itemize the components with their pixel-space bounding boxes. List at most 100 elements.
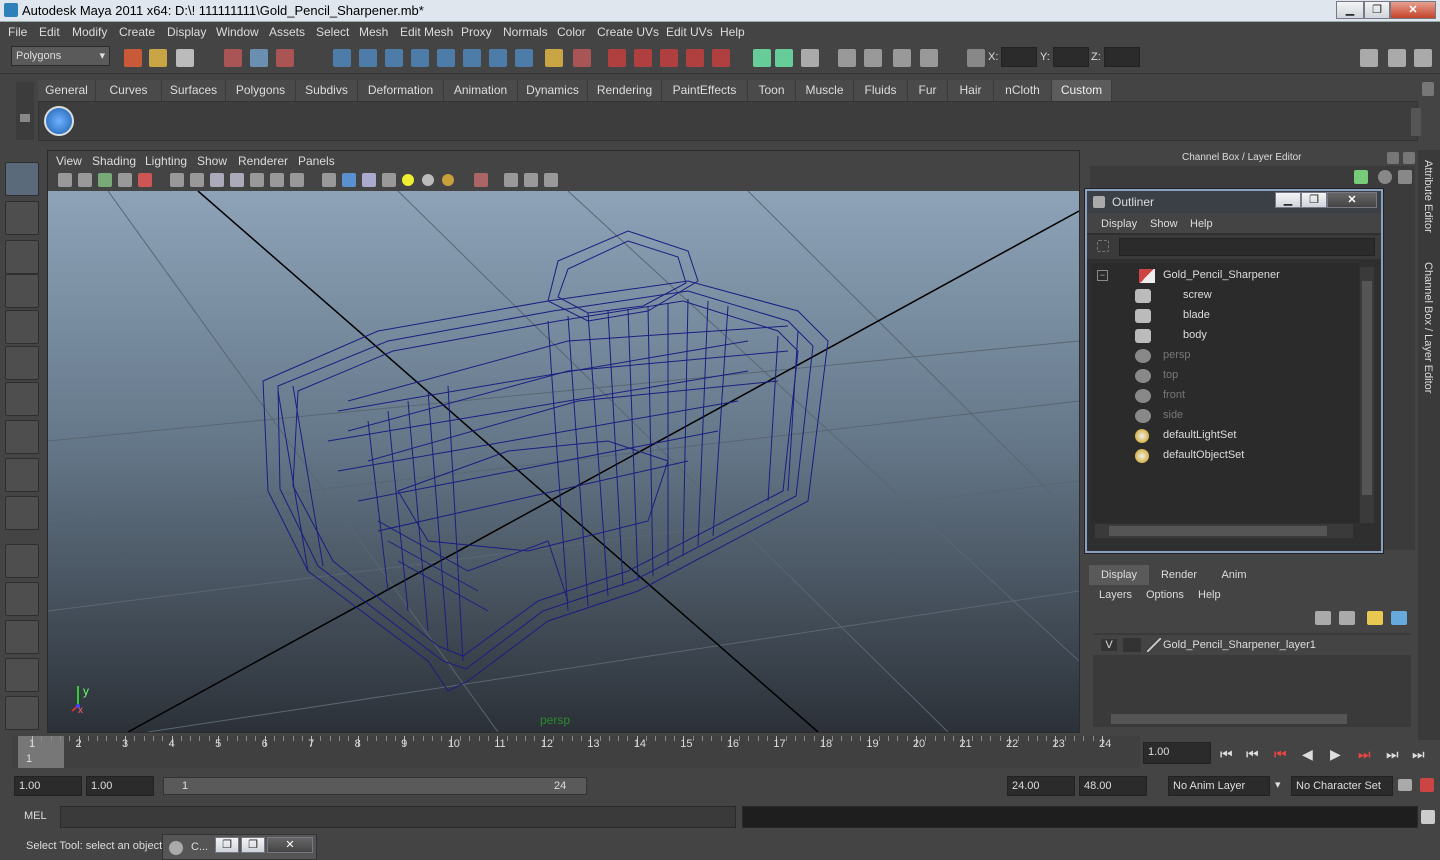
menu-edit-uvs[interactable]: Edit UVs xyxy=(666,25,713,39)
new-layer-selected-icon[interactable] xyxy=(1391,611,1407,625)
layer-menu-help[interactable]: Help xyxy=(1198,589,1221,601)
soft-mod-tool-icon[interactable] xyxy=(5,420,39,454)
step-back-key-icon[interactable]: ⏮ xyxy=(1246,746,1259,763)
shelf-tab-custom[interactable]: Custom xyxy=(1052,80,1112,101)
graph-editor-icon[interactable] xyxy=(893,49,911,67)
render-view-toggle-icon[interactable] xyxy=(838,49,856,67)
attribute-editor-toggle-icon[interactable] xyxy=(1360,49,1378,67)
snap-grid-icon[interactable] xyxy=(333,49,351,67)
outliner-row[interactable]: body xyxy=(1091,326,1351,346)
outliner-menu-display[interactable]: Display xyxy=(1101,218,1137,230)
outliner-layout-icon[interactable] xyxy=(5,620,39,654)
animation-end-field[interactable]: 48.00 xyxy=(1079,776,1147,796)
new-scene-icon[interactable] xyxy=(124,49,142,67)
layer-color-icon[interactable] xyxy=(1147,638,1161,652)
share-icon[interactable] xyxy=(544,173,558,187)
attribute-editor-tab[interactable]: Attribute Editor xyxy=(1422,160,1434,233)
menu-mesh[interactable]: Mesh xyxy=(359,25,388,39)
dope-sheet-icon[interactable] xyxy=(920,49,938,67)
minimize-button[interactable]: ▁ xyxy=(1336,1,1364,19)
playback-start-field[interactable]: 1.00 xyxy=(86,776,154,796)
layer-tab-anim[interactable]: Anim xyxy=(1209,565,1259,585)
outliner-row[interactable]: side xyxy=(1091,406,1351,426)
new-layer-icon[interactable] xyxy=(1367,611,1383,625)
menu-color[interactable]: Color xyxy=(557,25,586,39)
filter-icon[interactable] xyxy=(1097,240,1109,252)
outliner-horizontal-scrollbar[interactable] xyxy=(1095,524,1353,538)
snap-view-icon[interactable] xyxy=(411,49,429,67)
show-manipulator-icon[interactable] xyxy=(5,458,39,492)
close-button[interactable]: ✕ xyxy=(1390,1,1436,19)
lasso-tool-icon[interactable] xyxy=(5,201,39,235)
move-layer-up-icon[interactable] xyxy=(1315,611,1331,625)
channel-pick-icon[interactable] xyxy=(1398,170,1412,184)
shelf-tab-dynamics[interactable]: Dynamics xyxy=(518,80,588,101)
paint-select-tool-icon[interactable] xyxy=(5,240,39,274)
maximize-button[interactable]: ❐ xyxy=(1364,1,1390,19)
select-tool-icon[interactable] xyxy=(5,162,39,196)
layer-menu-layers[interactable]: Layers xyxy=(1099,589,1132,601)
menu-assets[interactable]: Assets xyxy=(269,25,305,39)
animation-preferences-icon[interactable] xyxy=(1420,778,1434,792)
character-set-select[interactable]: No Character Set xyxy=(1291,776,1393,796)
close-panel-icon[interactable] xyxy=(1403,152,1415,164)
shelf-tab-fluids[interactable]: Fluids xyxy=(854,80,908,101)
menu-file[interactable]: File xyxy=(8,25,27,39)
z-field[interactable] xyxy=(1104,47,1140,67)
menu-help[interactable]: Help xyxy=(720,25,745,39)
render-icon[interactable] xyxy=(608,49,626,67)
viewport-menu-shading[interactable]: Shading xyxy=(92,154,136,168)
channel-box-tab[interactable]: Channel Box / Layer Editor xyxy=(1422,262,1434,393)
image-plane-icon[interactable] xyxy=(118,173,132,187)
shelf-tab-rendering[interactable]: Rendering xyxy=(588,80,662,101)
wireframe-toggle-icon[interactable] xyxy=(190,173,204,187)
menu-edit[interactable]: Edit xyxy=(39,25,60,39)
layer-type-toggle[interactable] xyxy=(1123,638,1141,652)
menu-display[interactable]: Display xyxy=(167,25,206,39)
layer-tab-render[interactable]: Render xyxy=(1149,565,1209,585)
select-component-icon[interactable] xyxy=(276,49,294,67)
step-forward-frame-icon[interactable]: ⏭ xyxy=(1358,746,1371,763)
single-perspective-layout-icon[interactable] xyxy=(5,544,39,578)
play-forward-icon[interactable]: ▶ xyxy=(1330,746,1341,763)
hypergraph-layout-icon[interactable] xyxy=(5,696,39,730)
outliner-row[interactable]: defaultObjectSet xyxy=(1091,446,1351,466)
layer-name[interactable]: Gold_Pencil_Sharpener_layer1 xyxy=(1163,639,1316,651)
menu-modify[interactable]: Modify xyxy=(72,25,107,39)
viewport-menu-renderer[interactable]: Renderer xyxy=(238,154,288,168)
time-slider[interactable]: 1 2 3 4 5 6 7 8 9 10 11 12 13 14 15 16 17 18 19 20 21 22 23 24 … xyxy=(12,736,1140,768)
animation-start-field[interactable]: 1.00 xyxy=(14,776,82,796)
viewport-menu-lighting[interactable]: Lighting xyxy=(145,154,187,168)
menu-normals[interactable]: Normals xyxy=(503,25,548,39)
tool-settings-toggle-icon[interactable] xyxy=(1388,49,1406,67)
shadows-icon[interactable] xyxy=(442,174,454,186)
script-editor-icon[interactable] xyxy=(1421,810,1435,824)
shelf-tab-fur[interactable]: Fur xyxy=(908,80,948,101)
go-to-end-icon[interactable]: ⏭ xyxy=(1412,746,1425,763)
viewport-menu-panels[interactable]: Panels xyxy=(298,154,335,168)
outliner-vertical-scrollbar[interactable] xyxy=(1360,267,1374,523)
outliner-maximize-button[interactable]: ❐ xyxy=(1301,192,1327,208)
grid-toggle-icon[interactable] xyxy=(170,173,184,187)
layer-visibility-toggle[interactable]: V xyxy=(1101,639,1117,651)
rotate-tool-icon[interactable] xyxy=(5,310,39,344)
play-backward-icon[interactable]: ◀ xyxy=(1302,746,1313,763)
step-forward-key-icon[interactable]: ⏭ xyxy=(1386,746,1399,763)
command-input[interactable] xyxy=(60,806,736,828)
outliner-row[interactable]: screw xyxy=(1091,286,1351,306)
outliner-minimize-button[interactable]: ▁ xyxy=(1275,192,1301,208)
shelf-tab-toon[interactable]: Toon xyxy=(748,80,796,101)
shelf-tab-ncloth[interactable]: nCloth xyxy=(994,80,1052,101)
outliner-close-button[interactable]: ✕ xyxy=(1327,192,1377,208)
select-object-icon[interactable] xyxy=(250,49,268,67)
isolate-select-icon[interactable] xyxy=(474,173,488,187)
go-to-start-icon[interactable]: ⏮ xyxy=(1220,746,1233,763)
layer-hscroll-thumb[interactable] xyxy=(1111,714,1347,724)
frame-icon[interactable] xyxy=(524,173,538,187)
outliner-row[interactable]: Gold_Pencil_Sharpener xyxy=(1091,266,1351,286)
outliner-hscroll-thumb[interactable] xyxy=(1109,526,1327,536)
anim-layer-chevron-icon[interactable]: ▾ xyxy=(1275,778,1281,791)
open-scene-icon[interactable] xyxy=(149,49,167,67)
restore-button[interactable]: ❐ xyxy=(215,837,239,853)
camera-icon[interactable] xyxy=(504,173,518,187)
